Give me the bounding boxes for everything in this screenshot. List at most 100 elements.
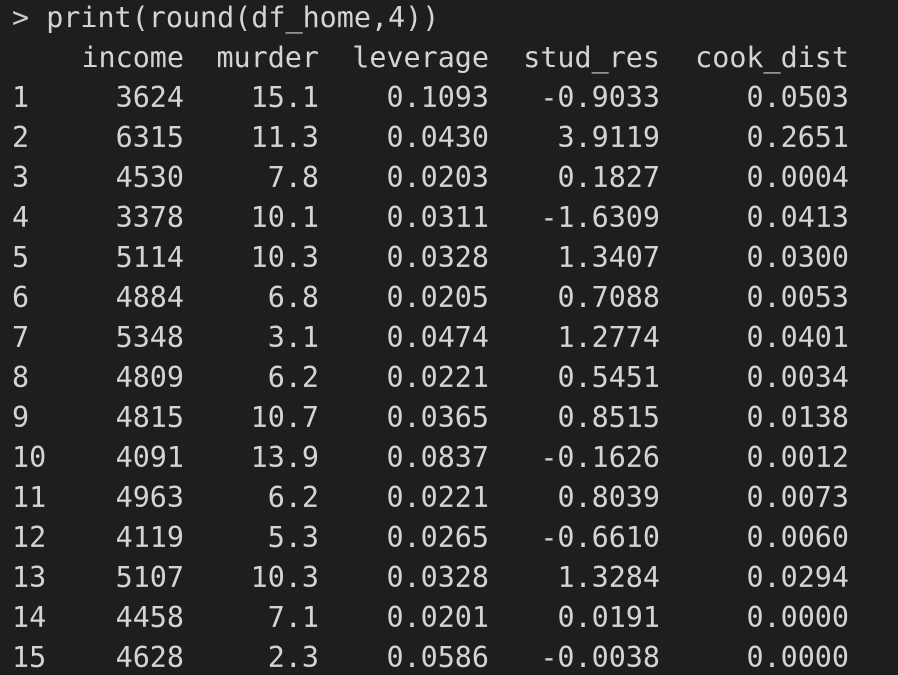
- cell-cook-dist: 0.0503: [746, 81, 849, 114]
- table-row: 8 4809 6.2 0.0221 0.5451 0.0034: [12, 358, 849, 398]
- row-index: 10: [12, 441, 47, 474]
- cell-stud-res: -0.1626: [540, 441, 660, 474]
- cell-stud-res: 0.8039: [557, 481, 660, 514]
- cell-income: 4963: [115, 481, 184, 514]
- cell-leverage: 0.0474: [386, 321, 489, 354]
- cell-cook-dist: 0.0053: [746, 281, 849, 314]
- cell-leverage: 0.0365: [386, 401, 489, 434]
- cell-murder: 13.9: [250, 441, 319, 474]
- cell-cook-dist: 0.0000: [746, 641, 849, 674]
- cell-stud-res: 3.9119: [557, 121, 660, 154]
- cell-murder: 6.2: [267, 481, 319, 514]
- cell-leverage: 0.0837: [386, 441, 489, 474]
- cell-income: 4628: [115, 641, 184, 674]
- cell-murder: 7.8: [267, 161, 319, 194]
- cell-murder: 10.3: [250, 561, 319, 594]
- cell-income: 5107: [115, 561, 184, 594]
- table-row: 4 3378 10.1 0.0311 -1.6309 0.0413: [12, 198, 849, 238]
- cell-leverage: 0.0221: [386, 481, 489, 514]
- cell-murder: 5.3: [267, 521, 319, 554]
- r-console-output: > print(round(df_home,4)) income murder le…: [0, 0, 898, 675]
- cell-leverage: 0.0328: [386, 241, 489, 274]
- cell-income: 5114: [115, 241, 184, 274]
- table-row: 7 5348 3.1 0.0474 1.2774 0.0401: [12, 318, 849, 358]
- cell-stud-res: 0.7088: [557, 281, 660, 314]
- cell-murder: 3.1: [267, 321, 319, 354]
- table-row: 3 4530 7.8 0.0203 0.1827 0.0004: [12, 158, 849, 198]
- cell-murder: 10.1: [250, 201, 319, 234]
- command-text: print(round(df_home,4)): [46, 1, 440, 34]
- row-index: 2: [12, 121, 30, 154]
- cell-cook-dist: 0.0060: [746, 521, 849, 554]
- cell-leverage: 0.1093: [386, 81, 489, 114]
- row-index: 7: [12, 321, 30, 354]
- row-index: 5: [12, 241, 30, 274]
- row-index: 8: [12, 361, 30, 394]
- cell-leverage: 0.0201: [386, 601, 489, 634]
- cell-leverage: 0.0203: [386, 161, 489, 194]
- cell-cook-dist: 0.0004: [746, 161, 849, 194]
- cell-stud-res: 0.1827: [557, 161, 660, 194]
- cell-leverage: 0.0430: [386, 121, 489, 154]
- cell-income: 4530: [115, 161, 184, 194]
- table-row: 13 5107 10.3 0.0328 1.3284 0.0294: [12, 558, 849, 598]
- cell-murder: 11.3: [250, 121, 319, 154]
- cell-leverage: 0.0265: [386, 521, 489, 554]
- header-stud-res: stud_res: [523, 41, 660, 74]
- cell-income: 4091: [115, 441, 184, 474]
- cell-murder: 15.1: [250, 81, 319, 114]
- cell-income: 4458: [115, 601, 184, 634]
- table-row: 5 5114 10.3 0.0328 1.3407 0.0300: [12, 238, 849, 278]
- cell-income: 6315: [115, 121, 184, 154]
- table-row: 12 4119 5.3 0.0265 -0.6610 0.0060: [12, 518, 849, 558]
- table-row: 6 4884 6.8 0.0205 0.7088 0.0053: [12, 278, 849, 318]
- row-index: 4: [12, 201, 30, 234]
- command-line: > print(round(df_home,4)): [12, 0, 439, 38]
- row-index: 6: [12, 281, 30, 314]
- cell-income: 3378: [115, 201, 184, 234]
- cell-cook-dist: 0.0034: [746, 361, 849, 394]
- cell-cook-dist: 0.0413: [746, 201, 849, 234]
- cell-cook-dist: 0.0294: [746, 561, 849, 594]
- table-row: 11 4963 6.2 0.0221 0.8039 0.0073: [12, 478, 849, 518]
- cell-income: 4884: [115, 281, 184, 314]
- header-income: income: [81, 41, 184, 74]
- cell-cook-dist: 0.0000: [746, 601, 849, 634]
- cell-stud-res: -0.9033: [540, 81, 660, 114]
- cell-leverage: 0.0586: [386, 641, 489, 674]
- table-row: 15 4628 2.3 0.0586 -0.0038 0.0000: [12, 638, 849, 675]
- table-row: 2 6315 11.3 0.0430 3.9119 0.2651: [12, 118, 849, 158]
- cell-stud-res: 0.0191: [557, 601, 660, 634]
- cell-cook-dist: 0.0073: [746, 481, 849, 514]
- row-index: 13: [12, 561, 47, 594]
- cell-murder: 7.1: [267, 601, 319, 634]
- row-index: 15: [12, 641, 47, 674]
- cell-stud-res: 1.2774: [557, 321, 660, 354]
- header-leverage: leverage: [352, 41, 489, 74]
- cell-stud-res: -0.0038: [540, 641, 660, 674]
- row-index: 3: [12, 161, 30, 194]
- cell-murder: 10.7: [250, 401, 319, 434]
- cell-cook-dist: 0.0300: [746, 241, 849, 274]
- row-index: 9: [12, 401, 30, 434]
- cell-stud-res: 1.3407: [557, 241, 660, 274]
- header-murder: murder: [216, 41, 319, 74]
- cell-stud-res: 1.3284: [557, 561, 660, 594]
- cell-leverage: 0.0311: [386, 201, 489, 234]
- cell-income: 4815: [115, 401, 184, 434]
- cell-income: 4809: [115, 361, 184, 394]
- cell-leverage: 0.0205: [386, 281, 489, 314]
- table-row: 10 4091 13.9 0.0837 -0.1626 0.0012: [12, 438, 849, 478]
- cell-murder: 2.3: [267, 641, 319, 674]
- cell-income: 4119: [115, 521, 184, 554]
- row-index: 12: [12, 521, 47, 554]
- row-index: 14: [12, 601, 47, 634]
- cell-murder: 6.8: [267, 281, 319, 314]
- cell-income: 5348: [115, 321, 184, 354]
- row-index: 11: [12, 481, 47, 514]
- cell-leverage: 0.0221: [386, 361, 489, 394]
- cell-cook-dist: 0.0138: [746, 401, 849, 434]
- cell-murder: 10.3: [250, 241, 319, 274]
- header-cook-dist: cook_dist: [695, 41, 849, 74]
- cell-stud-res: 0.5451: [557, 361, 660, 394]
